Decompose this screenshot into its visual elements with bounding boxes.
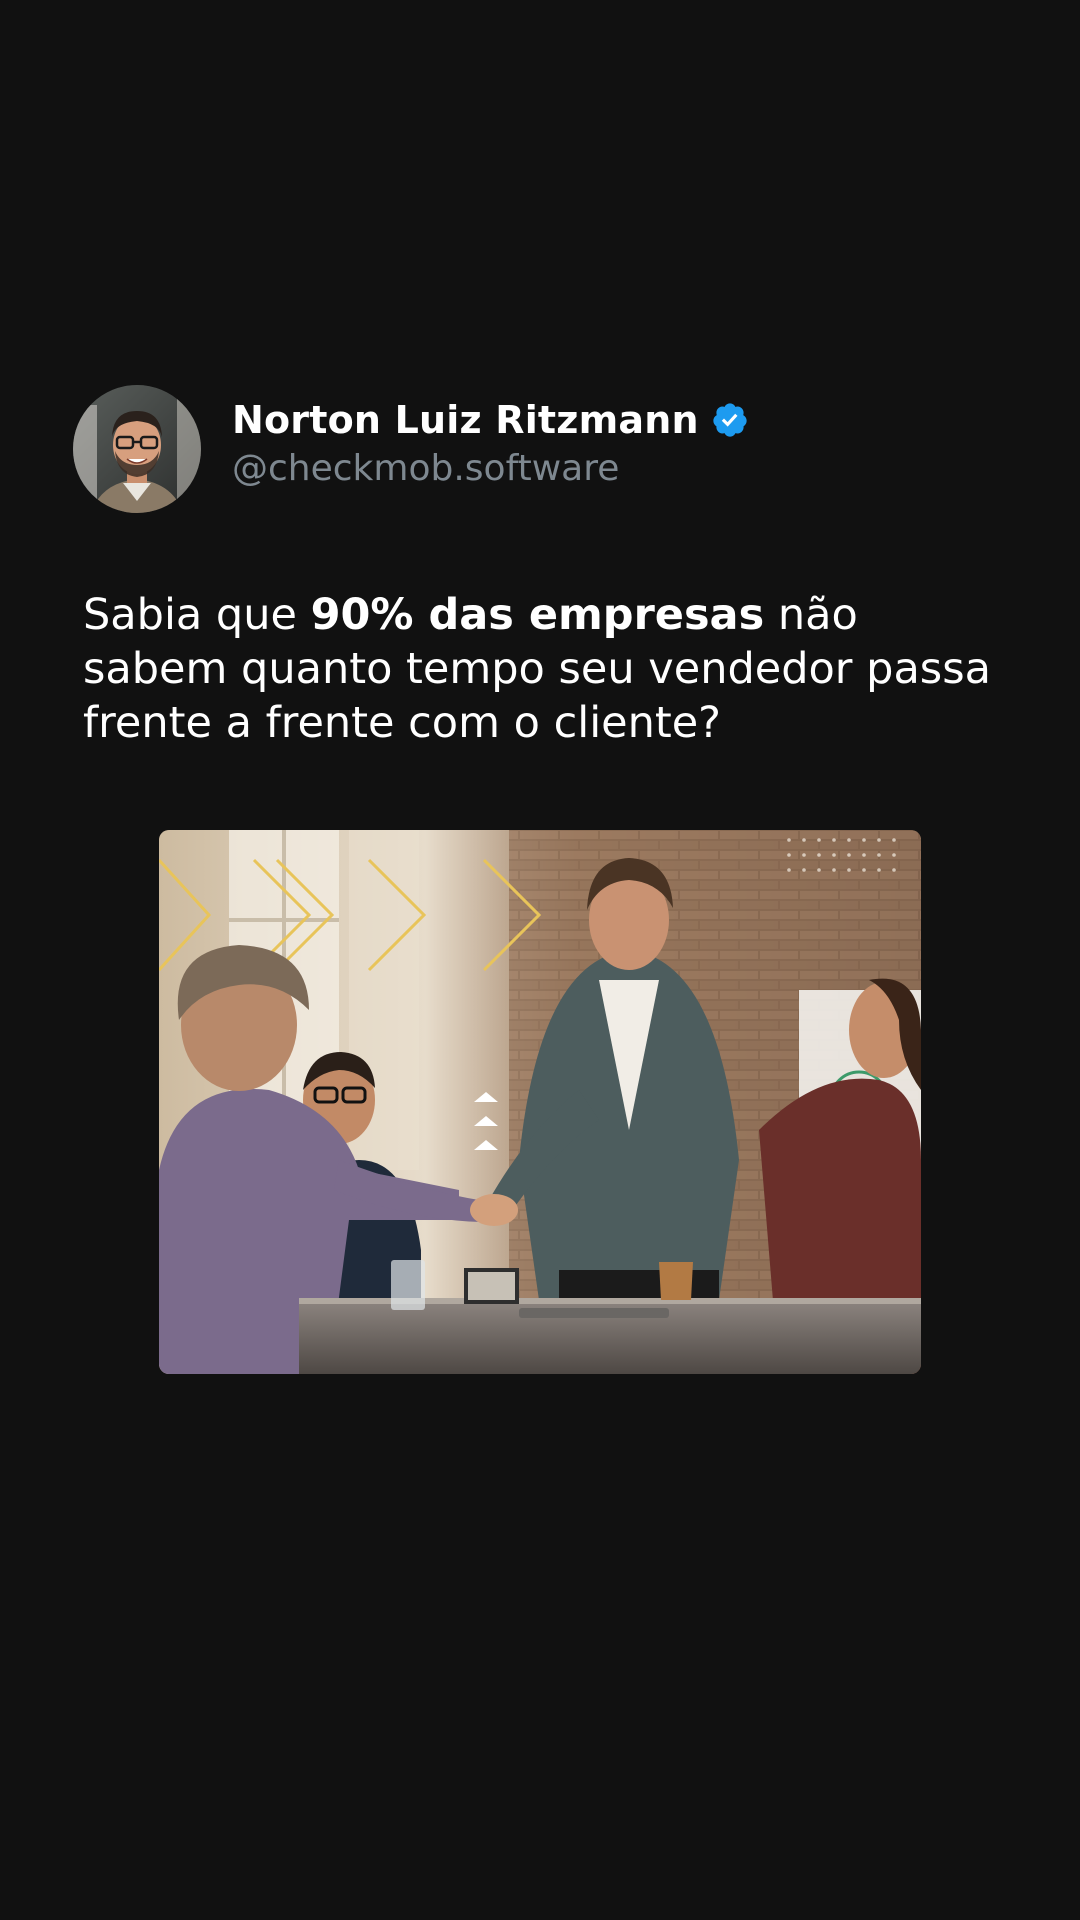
avatar-photo — [73, 385, 201, 513]
avatar[interactable] — [73, 385, 201, 513]
author-handle[interactable]: @checkmob.software — [232, 448, 619, 489]
post-text-bold: 90% das empresas — [310, 590, 765, 640]
author-name[interactable]: Norton Luiz Ritzmann — [232, 398, 699, 442]
business-handshake-photo — [159, 830, 921, 1374]
verified-badge-icon — [711, 401, 749, 439]
post-text-part1: Sabia que — [83, 590, 311, 640]
author-name-row: Norton Luiz Ritzmann — [232, 394, 749, 446]
social-post: Norton Luiz Ritzmann @checkmob.software … — [0, 0, 1080, 1920]
post-image[interactable] — [159, 830, 921, 1374]
post-text: Sabia que 90% das empresas não sabem qua… — [83, 588, 1013, 750]
